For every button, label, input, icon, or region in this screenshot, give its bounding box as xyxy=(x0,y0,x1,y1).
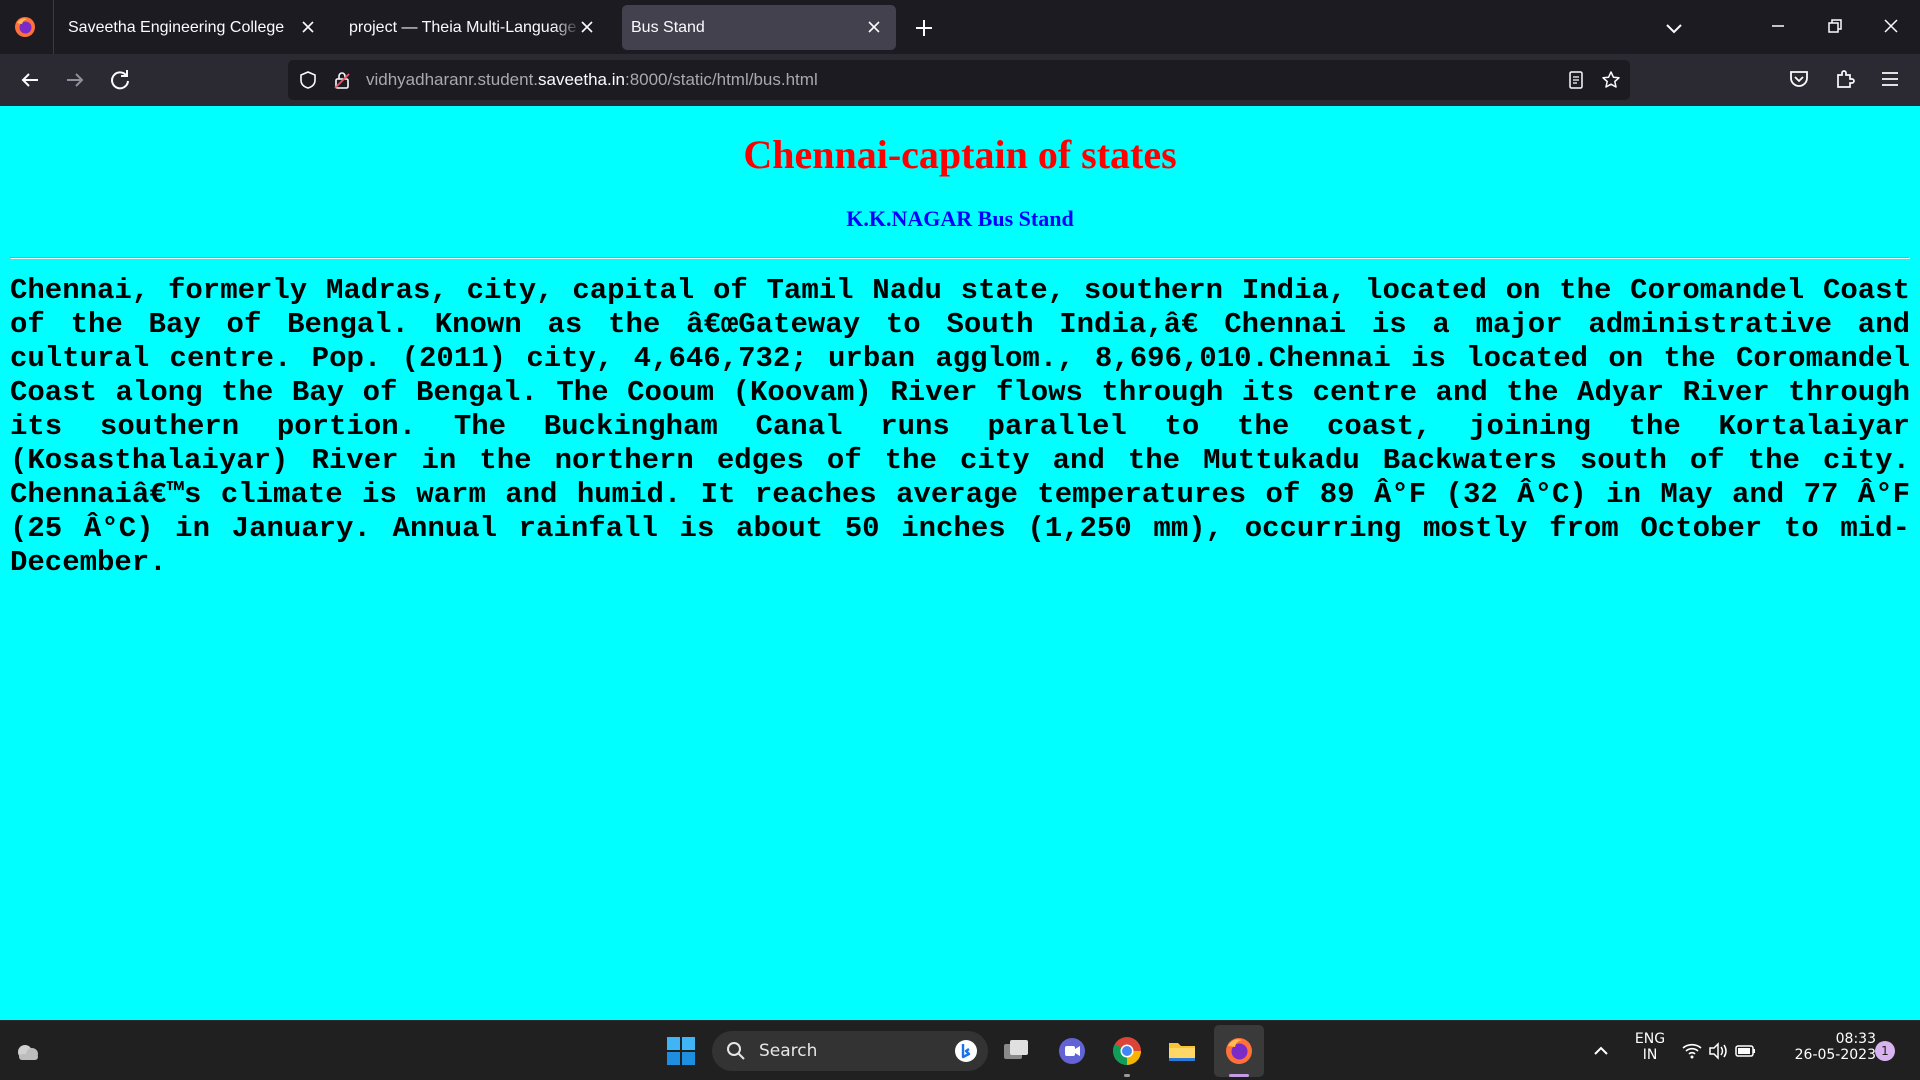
close-window-icon[interactable] xyxy=(1879,14,1903,38)
url-prefix: vidhyadharanr.student. xyxy=(366,70,539,89)
bookmark-star-icon[interactable] xyxy=(1601,70,1621,90)
tab-label: project — Theia Multi-Language Ex xyxy=(349,18,581,36)
active-app-indicator xyxy=(1229,1074,1249,1077)
language-indicator[interactable]: ENG IN xyxy=(1625,1031,1675,1063)
firefox-menu-icon[interactable] xyxy=(13,15,37,39)
windows-taskbar: Search ENG IN 08:33 26-05-2023 1 xyxy=(0,1020,1920,1080)
language-code: ENG xyxy=(1634,1031,1666,1047)
chrome-icon[interactable] xyxy=(1111,1035,1143,1067)
minimize-window-icon[interactable] xyxy=(1766,14,1790,38)
navigation-toolbar: vidhyadharanr.student.saveetha.in:8000/s… xyxy=(0,54,1920,106)
pocket-icon[interactable] xyxy=(1786,66,1812,92)
article-paragraph: Chennai, formerly Madras, city, capital … xyxy=(10,274,1910,579)
horizontal-rule xyxy=(10,257,1910,259)
search-label: Search xyxy=(759,1041,818,1061)
close-tab-icon[interactable] xyxy=(298,17,318,37)
language-region: IN xyxy=(1642,1047,1658,1063)
url-text[interactable]: vidhyadharanr.student.saveetha.in:8000/s… xyxy=(366,70,818,90)
teams-chat-icon[interactable] xyxy=(1056,1035,1088,1067)
url-host: saveetha.in xyxy=(538,70,625,89)
windows-start-icon[interactable] xyxy=(665,1035,697,1067)
tab-strip: Saveetha Engineering College project — T… xyxy=(0,0,1920,54)
reader-view-icon[interactable] xyxy=(1566,70,1586,90)
web-page: Chennai-captain of states K.K.NAGAR Bus … xyxy=(0,106,1920,1020)
tab-label: Bus Stand xyxy=(631,18,705,36)
clock[interactable]: 08:33 26-05-2023 xyxy=(1780,1031,1876,1063)
tab-theia-project[interactable]: project — Theia Multi-Language Ex xyxy=(333,5,609,50)
page-title: Chennai-captain of states xyxy=(743,132,1177,177)
clock-date: 26-05-2023 xyxy=(1794,1047,1876,1063)
notification-badge[interactable]: 1 xyxy=(1875,1041,1895,1061)
extensions-puzzle-icon[interactable] xyxy=(1832,66,1858,92)
tracking-protection-shield-icon[interactable] xyxy=(298,70,318,90)
tab-saveetha[interactable]: Saveetha Engineering College xyxy=(54,5,330,50)
forward-arrow-icon[interactable] xyxy=(61,66,89,94)
list-all-tabs-chevron-icon[interactable] xyxy=(1662,16,1686,40)
clock-time: 08:33 xyxy=(1835,1031,1876,1047)
address-bar[interactable]: vidhyadharanr.student.saveetha.in:8000/s… xyxy=(288,60,1630,100)
bing-chat-icon[interactable] xyxy=(954,1039,978,1063)
task-view-icon[interactable] xyxy=(1000,1035,1032,1067)
close-tab-icon[interactable] xyxy=(577,17,597,37)
app-menu-hamburger-icon[interactable] xyxy=(1877,66,1903,92)
firefox-icon[interactable] xyxy=(1223,1035,1255,1067)
back-arrow-icon[interactable] xyxy=(16,66,44,94)
tab-bus-stand[interactable]: Bus Stand xyxy=(622,5,896,50)
wifi-volume-battery-icons[interactable] xyxy=(1680,1035,1760,1067)
reload-icon[interactable] xyxy=(106,66,134,94)
show-hidden-icons-chevron-icon[interactable] xyxy=(1585,1035,1617,1067)
url-suffix: :8000/static/html/bus.html xyxy=(624,70,818,89)
search-icon xyxy=(727,1042,745,1060)
taskbar-search-box[interactable]: Search xyxy=(712,1031,988,1071)
insecure-lock-icon[interactable] xyxy=(332,70,352,90)
tab-label: Saveetha Engineering College xyxy=(68,18,285,36)
restore-window-icon[interactable] xyxy=(1823,14,1847,38)
page-subtitle: K.K.NAGAR Bus Stand xyxy=(846,206,1074,231)
running-indicator xyxy=(1124,1074,1130,1077)
new-tab-plus-icon[interactable] xyxy=(912,16,936,40)
file-explorer-folder-icon[interactable] xyxy=(1166,1035,1198,1067)
weather-cloud-icon[interactable] xyxy=(12,1035,44,1067)
close-tab-icon[interactable] xyxy=(864,17,884,37)
